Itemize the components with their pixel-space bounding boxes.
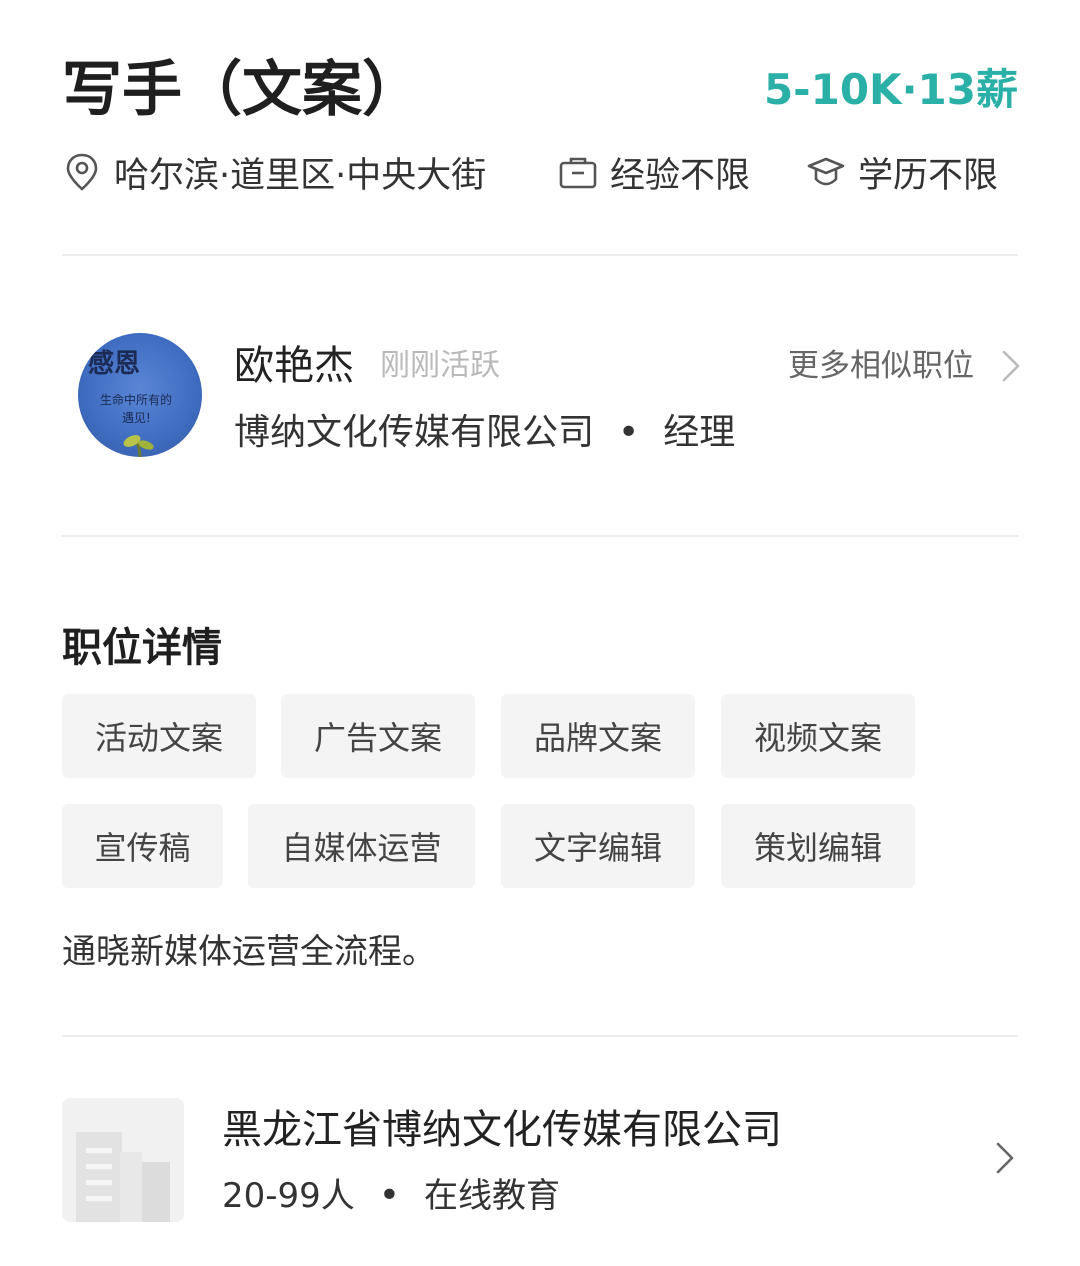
separator-dot: •: [618, 412, 640, 453]
plant-illustration: [123, 435, 154, 457]
more-similar-jobs-link[interactable]: 更多相似职位: [788, 346, 1022, 386]
company-size: 20-99人: [222, 1176, 355, 1216]
company-meta-row: 20-99人 • 在线教育: [222, 1172, 560, 1220]
divider: [62, 535, 1018, 537]
experience-text: 经验不限: [610, 155, 751, 196]
company-chevron-right-icon[interactable]: [994, 1140, 1016, 1180]
salary: 5-10K·13薪: [763, 65, 1018, 114]
avatar-caption: 生命中所有的: [100, 393, 173, 407]
graduation-cap-icon: [806, 152, 846, 192]
briefcase-icon: [558, 152, 598, 192]
company-industry: 在线教育: [424, 1176, 561, 1216]
skill-tag: 广告文案: [281, 694, 475, 778]
recruiter-avatar[interactable]: 感恩 生命中所有的 遇见!: [78, 333, 202, 457]
active-status: 刚刚活跃: [380, 348, 500, 383]
skill-tag: 自媒体运营: [248, 804, 475, 888]
job-description: 通晓新媒体运营全流程。: [62, 932, 436, 972]
location-text: 哈尔滨·道里区·中央大街: [114, 155, 487, 196]
education-text: 学历不限: [858, 155, 999, 196]
section-title: 职位详情: [62, 625, 222, 671]
avatar-caption: 遇见!: [122, 411, 151, 425]
avatar-caption: 感恩: [88, 349, 141, 379]
recruiter-company-row: 博纳文化传媒有限公司 • 经理: [234, 408, 735, 458]
skill-tag: 视频文案: [721, 694, 915, 778]
company-name[interactable]: 黑龙江省博纳文化传媒有限公司: [222, 1102, 782, 1158]
location-pin-icon: [62, 152, 102, 192]
experience-info: 经验不限: [558, 142, 750, 202]
more-similar-label: 更多相似职位: [788, 348, 974, 384]
education-info: 学历不限: [806, 142, 998, 202]
building-icon: [76, 1132, 170, 1222]
skill-tag: 宣传稿: [62, 804, 223, 888]
recruiter-name: 欧艳杰: [234, 343, 354, 389]
chevron-right-icon: [1000, 348, 1022, 384]
divider: [62, 1035, 1018, 1037]
divider: [62, 254, 1018, 256]
skill-tag: 活动文案: [62, 694, 256, 778]
recruiter-company: 博纳文化传媒有限公司: [234, 412, 595, 453]
company-logo[interactable]: [62, 1098, 184, 1222]
separator-dot: •: [378, 1175, 401, 1216]
skill-tag: 品牌文案: [501, 694, 695, 778]
job-title: 写手（文案）: [62, 55, 422, 125]
skill-tag: 策划编辑: [721, 804, 915, 888]
skill-tag: 文字编辑: [501, 804, 695, 888]
location-info: 哈尔滨·道里区·中央大街: [62, 142, 486, 202]
recruiter-role: 经理: [663, 412, 736, 453]
